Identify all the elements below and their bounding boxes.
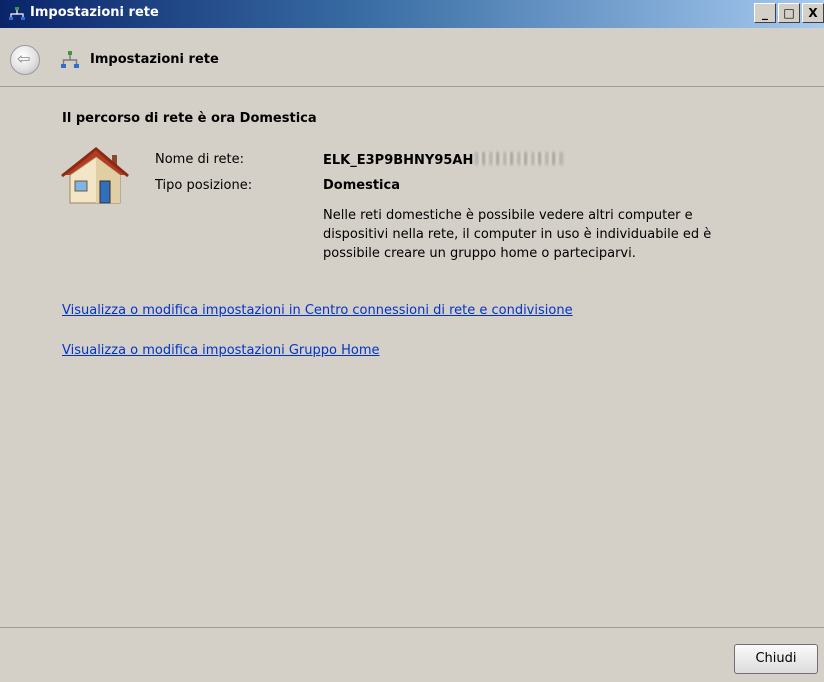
redacted-area [475, 152, 564, 165]
location-type-label: Tipo posizione: [155, 178, 253, 193]
network-name-text: ELK_E3P9BHNY95AH [323, 153, 474, 168]
network-name-value: ELK_E3P9BHNY95AH [323, 152, 564, 168]
network-icon [61, 51, 79, 68]
nav-title: Impostazioni rete [90, 52, 219, 67]
content-panel: Il percorso di rete è ora Domestica Nome… [0, 87, 824, 627]
location-type-value: Domestica [323, 178, 400, 193]
back-arrow-icon: ⇦ [17, 49, 31, 68]
title-bar[interactable]: Impostazioni rete _ □ X [0, 0, 824, 28]
network-name-label: Nome di rete: [155, 152, 245, 167]
footer-bar: Chiudi [0, 627, 824, 682]
page-heading: Il percorso di rete è ora Domestica [62, 111, 317, 126]
window-title: Impostazioni rete [30, 5, 159, 20]
network-settings-window: Impostazioni rete _ □ X ⇦ Impostazioni r… [0, 0, 824, 682]
minimize-button[interactable]: _ [754, 3, 776, 23]
network-sharing-center-link[interactable]: Visualizza o modifica impostazioni in Ce… [62, 303, 573, 318]
navigation-bar: ⇦ Impostazioni rete [0, 28, 824, 87]
back-button[interactable]: ⇦ [10, 45, 40, 75]
maximize-button[interactable]: □ [778, 3, 800, 23]
homegroup-settings-link[interactable]: Visualizza o modifica impostazioni Grupp… [62, 343, 380, 358]
location-description: Nelle reti domestiche è possibile vedere… [323, 208, 712, 261]
network-icon [9, 7, 25, 20]
close-window-button[interactable]: X [802, 3, 824, 23]
close-button[interactable]: Chiudi [734, 644, 818, 674]
house-icon [61, 147, 129, 204]
